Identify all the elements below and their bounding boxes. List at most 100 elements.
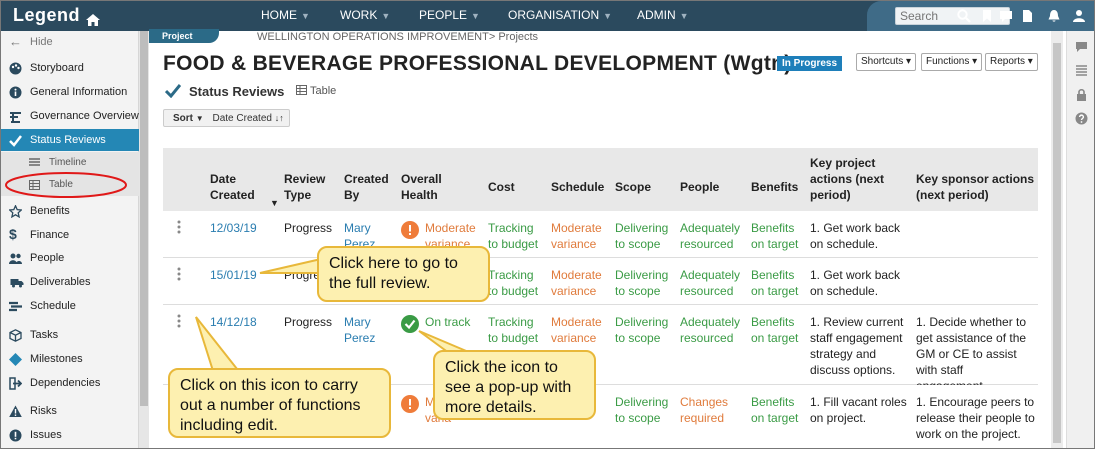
- sidebar-item-timeline[interactable]: Timeline: [1, 152, 139, 174]
- help-icon[interactable]: [1075, 112, 1088, 125]
- sidebar-item-milestones[interactable]: Milestones: [1, 348, 139, 370]
- benefits-status: Benefits on target: [751, 315, 799, 345]
- chevron-down-icon: ▾: [906, 56, 912, 67]
- col-created-by[interactable]: Created By: [344, 171, 394, 203]
- sidebar-item-status-reviews[interactable]: Status Reviews: [1, 129, 139, 151]
- user-icon[interactable]: [1072, 9, 1086, 23]
- people-status: Adequately resourced: [680, 268, 741, 298]
- nav-people[interactable]: PEOPLE ▼: [419, 8, 480, 22]
- sidebar-item-table[interactable]: Table: [1, 174, 139, 196]
- review-type: Progress: [284, 315, 333, 329]
- sidebar-item-tasks[interactable]: Tasks: [1, 324, 139, 346]
- nav-work[interactable]: WORK ▼: [340, 8, 390, 22]
- sidebar-item-general-information[interactable]: General Information: [1, 81, 139, 103]
- functions-button[interactable]: Functions ▾: [921, 53, 983, 71]
- nav-organisation[interactable]: ORGANISATION ▼: [508, 8, 612, 22]
- sidebar-item-label: Issues: [30, 429, 62, 441]
- col-overall-health[interactable]: Overall Health: [401, 171, 451, 203]
- sort-direction-icon[interactable]: ↓↑: [275, 113, 284, 123]
- sidebar-scroll-thumb[interactable]: [140, 31, 148, 406]
- col-sponsor-actions[interactable]: Key sponsor actions (next period): [916, 171, 1036, 203]
- created-by[interactable]: Mary Perez: [344, 314, 384, 346]
- health-warning-icon[interactable]: [401, 221, 419, 239]
- sidebar-item-label: General Information: [30, 86, 128, 98]
- health-warning-icon[interactable]: [401, 395, 419, 413]
- sidebar: ← Hide Storyboard General Information Gov…: [1, 31, 139, 448]
- nav-home[interactable]: HOME ▼: [261, 8, 310, 22]
- breadcrumb[interactable]: WELLINGTON OPERATIONS IMPROVEMENT> Proje…: [257, 31, 538, 43]
- sponsor-actions: 1. Decide whether to get assistance of t…: [916, 315, 1027, 393]
- sidebar-item-label: Deliverables: [30, 276, 91, 288]
- main-scroll-thumb[interactable]: [1053, 43, 1061, 443]
- sidebar-item-label: Storyboard: [30, 62, 84, 74]
- sidebar-item-governance-overview[interactable]: Governance Overview: [1, 105, 139, 127]
- reports-button[interactable]: Reports ▾: [985, 53, 1038, 71]
- app-window: Legend HOME ▼ WORK ▼ PEOPLE ▼ ORGANISATION ▼…: [0, 0, 1095, 449]
- sidebar-item-benefits[interactable]: Benefits: [1, 200, 139, 222]
- sidebar-item-risks[interactable]: Risks: [1, 400, 139, 422]
- date-link[interactable]: 15/01/19: [210, 267, 257, 283]
- chevron-down-icon: ▼: [195, 114, 204, 123]
- document-icon[interactable]: [1020, 9, 1034, 23]
- col-project-actions[interactable]: Key project actions (next period): [810, 155, 905, 203]
- schedule-status: Moderate variance: [551, 268, 602, 298]
- timeline-icon: [29, 158, 40, 166]
- home-icon[interactable]: [86, 10, 101, 27]
- health-ok-icon[interactable]: [401, 315, 419, 333]
- top-navigation-bar: Legend HOME ▼ WORK ▼ PEOPLE ▼ ORGANISATION ▼…: [1, 1, 1094, 31]
- arrow-left-icon: ←: [9, 34, 22, 49]
- sidebar-scrollbar[interactable]: [139, 31, 149, 448]
- search-icon[interactable]: [957, 9, 971, 23]
- sort-label: Sort: [173, 113, 193, 124]
- benefits-status: Benefits on target: [751, 395, 799, 425]
- warning-icon: [9, 405, 22, 417]
- col-benefits[interactable]: Benefits: [751, 179, 798, 195]
- col-people[interactable]: People: [680, 179, 719, 195]
- cost-status: Tracking to budget: [488, 268, 539, 298]
- sidebar-item-finance[interactable]: $ Finance: [1, 224, 139, 246]
- shortcuts-button[interactable]: Shortcuts ▾: [856, 53, 917, 71]
- sidebar-item-label: Governance Overview: [30, 110, 139, 122]
- col-date-created[interactable]: Date Created ▼: [210, 171, 279, 208]
- date-link[interactable]: 14/12/18: [210, 314, 257, 330]
- hide-sidebar-button[interactable]: ← Hide: [1, 31, 139, 53]
- nav-admin[interactable]: ADMIN ▼: [637, 8, 689, 22]
- sort-control[interactable]: Sort ▼ Date Created ↓↑: [163, 109, 290, 127]
- sponsor-actions: 1. Encourage peers to release their peop…: [916, 395, 1035, 441]
- people-status: Adequately resourced: [680, 315, 741, 345]
- row-menu-icon[interactable]: [177, 220, 181, 234]
- sidebar-item-schedule[interactable]: Schedule: [1, 295, 139, 317]
- table-icon: [29, 180, 40, 190]
- sidebar-item-storyboard[interactable]: Storyboard: [1, 57, 139, 79]
- lock-icon[interactable]: [1075, 88, 1088, 101]
- sidebar-item-dependencies[interactable]: Dependencies: [1, 372, 139, 394]
- chat-icon[interactable]: [999, 9, 1013, 23]
- scope-status: Delivering to scope: [615, 315, 669, 345]
- sidebar-item-label: Dependencies: [30, 377, 101, 389]
- chevron-down-icon: ▾: [972, 56, 978, 67]
- bell-icon[interactable]: [1047, 9, 1061, 23]
- main-scrollbar[interactable]: [1051, 31, 1063, 448]
- sidebar-item-label: Finance: [30, 229, 70, 241]
- col-scope[interactable]: Scope: [615, 179, 651, 195]
- schedule-icon: [9, 301, 22, 312]
- sidebar-item-issues[interactable]: Issues: [1, 424, 139, 446]
- view-table-link[interactable]: Table: [296, 85, 336, 97]
- bookmark-icon[interactable]: [980, 9, 994, 23]
- row-menu-icon[interactable]: [177, 314, 181, 328]
- sidebar-item-label: People: [30, 252, 65, 264]
- app-logo[interactable]: Legend: [13, 5, 101, 27]
- col-cost[interactable]: Cost: [488, 179, 515, 195]
- list-icon[interactable]: [1075, 64, 1088, 77]
- row-menu-icon[interactable]: [177, 267, 181, 281]
- col-review-type[interactable]: Review Type: [284, 171, 334, 203]
- table-row[interactable]: 15/01/19 Progress Tracking to budget Mod…: [163, 258, 1038, 305]
- sidebar-item-label: Timeline: [49, 157, 87, 168]
- callout-popup: Click the icon to see a pop-up with more…: [433, 350, 596, 420]
- sidebar-item-people[interactable]: People: [1, 247, 139, 269]
- table-row[interactable]: 12/03/19 Progress Mary Perez Moderate va…: [163, 211, 1038, 258]
- col-schedule[interactable]: Schedule: [551, 179, 604, 195]
- comment-icon[interactable]: [1075, 40, 1088, 53]
- date-link[interactable]: 12/03/19: [210, 220, 257, 236]
- sidebar-item-deliverables[interactable]: Deliverables: [1, 271, 139, 293]
